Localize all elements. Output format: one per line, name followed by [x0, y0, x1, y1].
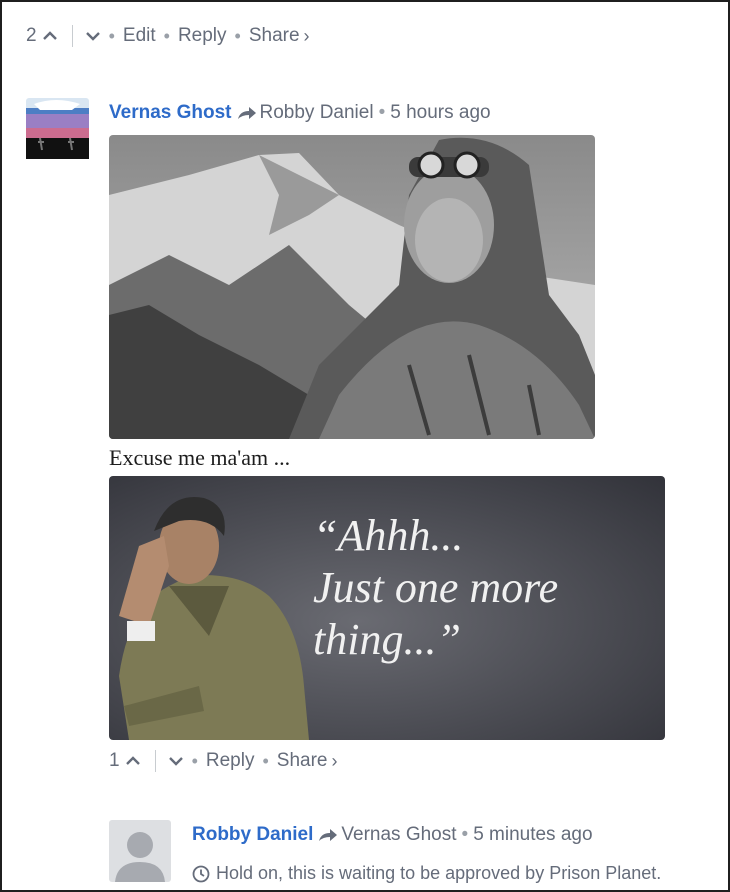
- reply-meta: Robby Daniel Vernas Ghost • 5 minutes ag…: [192, 824, 593, 846]
- parent-author[interactable]: Vernas Ghost: [341, 824, 456, 846]
- downvote-chevron-icon[interactable]: [85, 29, 101, 43]
- reply-link[interactable]: Reply: [206, 750, 255, 772]
- downvote-chevron-icon[interactable]: [168, 754, 184, 768]
- separator-dot: •: [234, 25, 241, 46]
- reply-arrow-icon: [237, 107, 256, 119]
- edit-link[interactable]: Edit: [123, 25, 156, 47]
- upvote-chevron-icon[interactable]: [125, 754, 141, 768]
- quote-line: thing...”: [313, 615, 461, 664]
- upvote-count: 1: [109, 750, 120, 771]
- upvote-count: 2: [26, 25, 37, 46]
- quote-line: Just one more: [313, 563, 559, 612]
- comment-thread: 2 • Edit • Reply • Share › Vernas Ghost …: [0, 0, 730, 892]
- moderation-notice-text: Hold on, this is waiting to be approved …: [216, 863, 662, 883]
- separator-dot: •: [461, 824, 469, 845]
- reply-arrow-icon: [319, 829, 338, 841]
- default-avatar-icon[interactable]: [109, 820, 171, 882]
- quote-line: “Ahhh...: [313, 511, 464, 560]
- vote-divider: [154, 750, 156, 772]
- commenter-avatar[interactable]: [26, 98, 89, 159]
- separator-dot: •: [108, 25, 115, 46]
- comment-image-climber[interactable]: [109, 135, 595, 439]
- comment-author[interactable]: Vernas Ghost: [109, 102, 232, 124]
- moderation-notice: Hold on, this is waiting to be approved …: [192, 863, 661, 884]
- comment-actions: 1 • Reply • Share ›: [109, 750, 337, 772]
- separator-dot: •: [163, 25, 170, 46]
- top-comment-actions: 2 • Edit • Reply • Share ›: [26, 25, 310, 47]
- comment-meta: Vernas Ghost Robby Daniel • 5 hours ago: [109, 102, 491, 124]
- reply-author[interactable]: Robby Daniel: [192, 824, 313, 846]
- parent-author[interactable]: Robby Daniel: [260, 102, 374, 124]
- vote-divider: [71, 25, 73, 47]
- reply-link[interactable]: Reply: [178, 25, 227, 47]
- share-link[interactable]: Share: [249, 25, 300, 47]
- separator-dot: •: [191, 750, 198, 771]
- clock-icon: [192, 865, 210, 882]
- share-chevron[interactable]: ›: [304, 26, 310, 47]
- quote-text: “Ahhh... Just one more thing...”: [313, 510, 558, 666]
- comment-timestamp[interactable]: 5 hours ago: [390, 102, 490, 124]
- separator-dot: •: [378, 102, 386, 123]
- share-chevron[interactable]: ›: [331, 751, 337, 772]
- separator-dot: •: [262, 750, 269, 771]
- reply-timestamp[interactable]: 5 minutes ago: [473, 824, 592, 846]
- comment-text: Excuse me ma'am ...: [109, 445, 291, 470]
- comment-image-quote[interactable]: “Ahhh... Just one more thing...”: [109, 476, 665, 740]
- upvote-chevron-icon[interactable]: [42, 29, 58, 43]
- share-link[interactable]: Share: [277, 750, 328, 772]
